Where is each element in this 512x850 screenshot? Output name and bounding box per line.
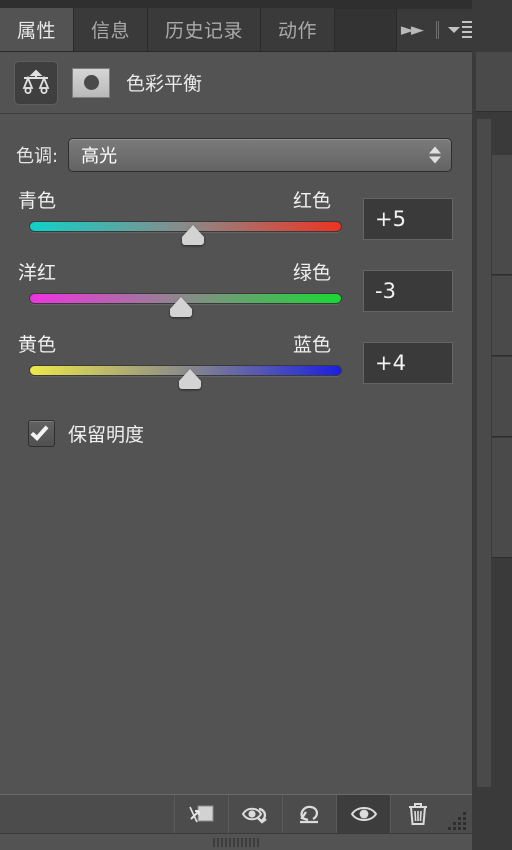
slider-magenta-green-value[interactable]: -3 [363,270,453,312]
slider-cyan-red-left-label: 青色 [18,190,57,212]
slider-list: 青色 红色 +5 洋红 绿色 -3 黄色 蓝色 +4 [0,172,472,402]
tab-history[interactable]: 历史记录 [148,8,262,51]
slider-magenta-green-handle[interactable] [169,297,192,317]
tab-info[interactable]: 信息 [74,8,149,51]
preserve-luminosity-row: 保留明度 [0,402,472,447]
check-icon [30,422,49,441]
slider-cyan-red-handle[interactable] [182,225,205,245]
dock-segment-1[interactable] [476,52,512,112]
horizontal-grip-icon[interactable] [213,837,259,847]
slider-magenta-green: 洋红 绿色 -3 [16,258,456,330]
tone-select-value: 高光 [81,146,118,167]
slider-yellow-blue-track-wrap [29,365,342,389]
slider-magenta-green-labels: 洋红 绿色 [18,258,331,285]
panel-bottom-bar [0,794,472,834]
slider-cyan-red-right-label: 红色 [292,190,331,212]
slider-yellow-blue-labels: 黄色 蓝色 [18,330,331,357]
panel-divider [436,20,437,39]
tone-select[interactable]: 高光 [68,138,452,172]
panel-footer [0,834,472,850]
slider-cyan-red-track-wrap [29,221,342,245]
panel-tab-bar: 属性 信息 历史记录 动作 ►► [0,0,492,52]
preserve-luminosity-checkbox[interactable] [28,420,55,447]
tab-actions[interactable]: 动作 [261,8,336,51]
slider-yellow-blue-right-label: 蓝色 [292,334,331,356]
tone-label: 色调: [16,146,59,167]
tab-properties-label: 属性 [17,20,57,42]
tab-history-label: 历史记录 [165,20,244,42]
mask-dot-icon [83,75,99,90]
clip-to-layer-icon[interactable] [174,795,228,833]
stepper-arrows-icon[interactable] [429,146,441,164]
tabbar-empty-space [335,8,397,51]
layer-mask-thumbnail[interactable] [72,67,110,98]
slider-magenta-green-right-label: 绿色 [292,262,331,284]
slider-cyan-red-labels: 青色 红色 [18,186,331,213]
panel-body: 色调: 高光 青色 红色 +5 洋红 绿色 -3 黄色 蓝色 +4 保留明度 [0,114,472,794]
preserve-luminosity-label: 保留明度 [68,424,145,446]
tab-info-label: 信息 [91,20,131,42]
tab-properties[interactable]: 属性 [0,8,75,51]
slider-cyan-red: 青色 红色 +5 [16,186,456,258]
slider-yellow-blue-left-label: 黄色 [18,334,57,356]
panel-scrollbar[interactable] [476,118,492,788]
collapse-to-icons-icon[interactable]: ►► [401,20,425,40]
slider-magenta-green-left-label: 洋红 [18,262,57,284]
chevron-down-icon [448,26,460,33]
toggle-layer-visibility-icon[interactable] [336,795,390,833]
color-balance-scale-icon [14,60,58,105]
resize-grip-icon[interactable] [444,795,472,833]
delete-adjustment-layer-icon[interactable] [390,795,444,833]
view-previous-state-icon[interactable] [228,795,282,833]
slider-magenta-green-track-wrap [29,293,342,317]
reset-adjustment-icon[interactable] [282,795,336,833]
page-title: 色彩平衡 [126,73,203,95]
adjustment-header: 色彩平衡 [0,52,472,114]
photoshop-properties-panel: 属性 信息 历史记录 动作 ►► 色彩平衡 色调: 高光 青色 红色 +5 洋红… [0,0,512,850]
tone-row: 色调: 高光 [0,114,472,172]
slider-yellow-blue: 黄色 蓝色 +4 [16,330,456,402]
slider-yellow-blue-value[interactable]: +4 [363,342,453,384]
tab-actions-label: 动作 [278,20,318,42]
slider-yellow-blue-handle[interactable] [179,369,202,389]
slider-cyan-red-value[interactable]: +5 [363,198,453,240]
